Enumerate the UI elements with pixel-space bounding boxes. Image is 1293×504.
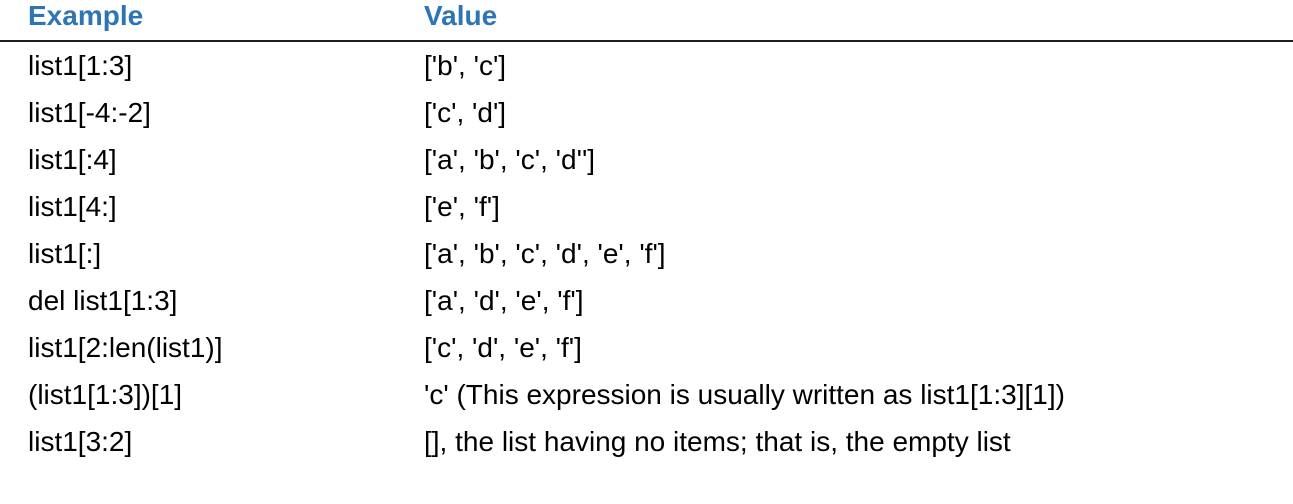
table-row: list1[:4] ['a', 'b', 'c', 'd'']	[0, 138, 1293, 185]
value-cell: ['a', 'b', 'c', 'd', 'e', 'f']	[424, 238, 666, 269]
value-cell: ['c', 'd', 'e', 'f']	[424, 332, 582, 363]
value-cell: ['e', 'f']	[424, 191, 500, 222]
table-body: list1[1:3] ['b', 'c'] list1[-4:-2] ['c',…	[0, 44, 1293, 467]
example-cell: (list1[1:3])[1]	[28, 379, 183, 410]
table-header-row: Example Value	[0, 0, 1293, 42]
value-cell: ['a', 'd', 'e', 'f']	[424, 285, 584, 316]
column-header-example: Example	[28, 0, 144, 31]
table-row: list1[:] ['a', 'b', 'c', 'd', 'e', 'f']	[0, 232, 1293, 279]
example-cell: list1[2:len(list1)]	[28, 332, 223, 363]
table-row: (list1[1:3])[1] 'c' (This expression is …	[0, 373, 1293, 420]
example-cell: list1[:]	[28, 238, 102, 269]
value-cell: ['a', 'b', 'c', 'd'']	[424, 144, 596, 175]
value-cell: ['b', 'c']	[424, 50, 507, 81]
table-row: list1[-4:-2] ['c', 'd']	[0, 91, 1293, 138]
value-cell: ['c', 'd']	[424, 97, 507, 128]
example-cell: del list1[1:3]	[28, 285, 178, 316]
table-row: list1[3:2] [], the list having no items;…	[0, 420, 1293, 467]
table-row: list1[2:len(list1)] ['c', 'd', 'e', 'f']	[0, 326, 1293, 373]
slicing-examples-table: Example Value list1[1:3] ['b', 'c'] list…	[0, 0, 1293, 457]
column-header-value: Value	[424, 0, 498, 31]
value-cell: 'c' (This expression is usually written …	[424, 379, 1065, 410]
example-cell: list1[3:2]	[28, 426, 133, 457]
example-cell: list1[4:]	[28, 191, 117, 222]
example-cell: list1[:4]	[28, 144, 117, 175]
example-cell: list1[1:3]	[28, 50, 133, 81]
table-row: del list1[1:3] ['a', 'd', 'e', 'f']	[0, 279, 1293, 326]
value-cell: [], the list having no items; that is, t…	[424, 426, 1011, 457]
table-row: list1[4:] ['e', 'f']	[0, 185, 1293, 232]
table-row: list1[1:3] ['b', 'c']	[0, 44, 1293, 91]
example-cell: list1[-4:-2]	[28, 97, 151, 128]
